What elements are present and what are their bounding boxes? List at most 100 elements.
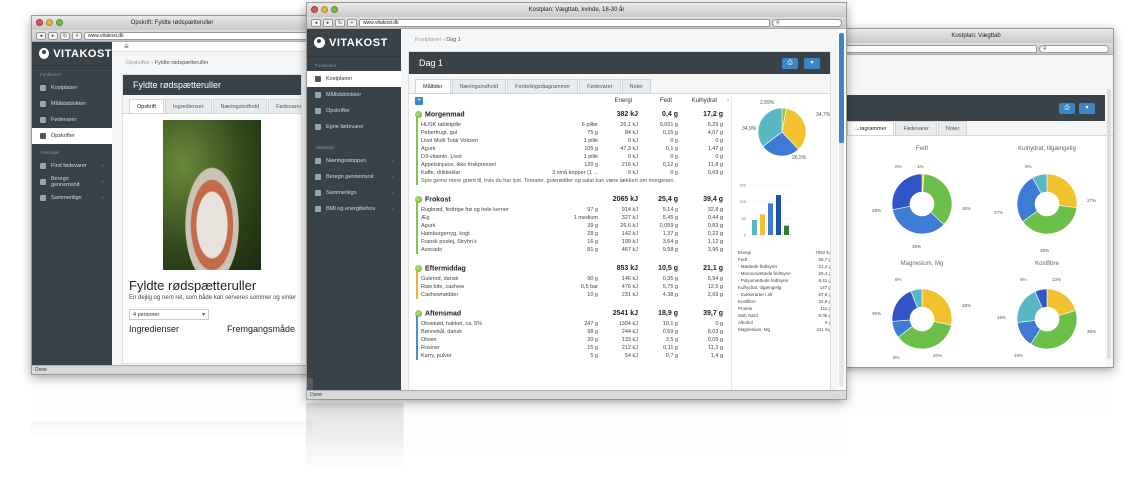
meal-header-row[interactable]: Aftensmad 2541 kJ 18,9 g 39,7 g xyxy=(415,307,723,320)
menu-icon[interactable]: ≡ xyxy=(124,42,129,51)
food-row[interactable]: Rugbrød, fedtrige frø og hele kerner 97 g… xyxy=(415,206,723,214)
reload-button[interactable]: ↻ xyxy=(335,18,345,27)
food-row[interactable]: Appelsinjuice, ikke friskpresset 120 g 216… xyxy=(415,161,723,169)
nutrient-row: - Monoumættede fedtsyrer 26,4 g xyxy=(738,271,830,278)
sidebar-item-beregn-gennemsnit[interactable]: Beregn gennemsnit › xyxy=(32,174,112,190)
sidebar-item-find-fødevarer[interactable]: Find fødevarer › xyxy=(32,158,112,174)
servings-select[interactable]: 4 personer ▾ xyxy=(129,309,209,320)
tab-noter[interactable]: Noter xyxy=(937,121,968,135)
tab-fødevarer[interactable]: Fødevarer xyxy=(579,79,621,93)
address-bar[interactable] xyxy=(843,44,1037,53)
forward-button[interactable]: ▸ xyxy=(48,31,58,40)
food-row[interactable]: Raw bite, cashew 0,5 bar 476 kJ 5,75 g 12,5 … xyxy=(415,283,723,291)
nutrient-value: 21,2 g xyxy=(818,264,831,269)
address-bar[interactable]: www.vitakost.dk xyxy=(84,31,308,40)
vitakost-logo[interactable]: VITAKOST xyxy=(32,42,112,66)
food-row[interactable]: HUSK tabletpille 6 piller 26,1 kJ 0,021 g 6,… xyxy=(415,121,723,129)
food-row[interactable]: Avocado 81 g 467 kJ 9,58 g 3,96 g xyxy=(415,246,723,254)
new-tab-button[interactable]: + xyxy=(72,31,82,40)
nutrient-name: Alkohol xyxy=(738,320,753,325)
scrollbar-thumb[interactable] xyxy=(839,33,844,143)
back-button[interactable]: ◂ xyxy=(36,31,46,40)
food-row[interactable]: Rosiner 15 g 212 kJ 0,11 g 11,3 g xyxy=(415,344,723,352)
sidebar-item-label: Egne fødevarer xyxy=(326,124,364,130)
food-row[interactable]: Æg 1 medium 327 kJ 5,45 g 0,44 g xyxy=(415,214,723,222)
food-row[interactable]: Kaffe, drikkeklar 3 små kopper (1 ... 9 kJ… xyxy=(415,169,723,177)
food-row[interactable]: Agurk 105 g 47,3 kJ 0,1 g 1,47 g xyxy=(415,145,723,153)
sidebar-item-næringsstoppen[interactable]: Næringsstoppen › xyxy=(307,153,401,169)
tab-opskrift[interactable]: Opskrift xyxy=(129,99,164,113)
recipe-title: Fyldte rødspætteruller xyxy=(129,278,257,293)
food-row[interactable]: Livol Multi Total Voksen 1 pille 0 kJ 0 g 0 … xyxy=(415,137,723,145)
food-row[interactable]: Karry, pulver 5 g 54 kJ 0,7 g 1,4 g xyxy=(415,352,723,360)
food-row[interactable]: Oksekød, hakket, ca. 5% 247 g 1304 kJ 10,1 … xyxy=(415,320,723,328)
food-carb: 8,03 g xyxy=(707,329,723,335)
sidebar-item-sammenlign[interactable]: Sammenlign › xyxy=(307,185,401,201)
address-bar[interactable]: www.vitakost.dk xyxy=(359,18,770,27)
sidebar-item-bmi-og-energibehov[interactable]: BMI og energibehov › xyxy=(307,201,401,217)
tab-ragrammer[interactable]: ...ragrammer xyxy=(847,121,895,135)
column-header: Fedt xyxy=(659,98,672,104)
y-tick-label: 0 xyxy=(744,233,747,238)
meal-name-cell: Eftermiddag xyxy=(415,262,598,275)
food-energy: 231 kJ xyxy=(621,292,638,298)
back-button[interactable]: ◂ xyxy=(311,18,321,27)
food-row[interactable]: Hamburgerryg, kogt 28 g 142 kJ 1,37 g 0,22 g xyxy=(415,230,723,238)
meal-header-row[interactable]: Eftermiddag 853 kJ 10,5 g 21,1 g xyxy=(415,262,723,275)
chevron-right-icon[interactable]: › xyxy=(717,98,729,104)
search-field[interactable]: ⚲ xyxy=(1039,44,1109,53)
meal-header-row[interactable]: Morgenmad 382 kJ 0,4 g 17,2 g xyxy=(415,108,723,121)
forward-button[interactable]: ▸ xyxy=(323,18,333,27)
scrollbar[interactable] xyxy=(839,33,844,387)
tab-næringsindhold[interactable]: Næringsindhold xyxy=(451,79,507,93)
scrollbar[interactable] xyxy=(1107,89,1111,359)
add-meal-button[interactable]: + xyxy=(415,97,423,105)
tab-fordelingsdiagrammer[interactable]: Fordelingsdiagrammer xyxy=(507,79,579,93)
dropdown-button[interactable]: ▾ xyxy=(1079,102,1095,114)
sidebar-item-kostplaner[interactable]: Kostplaner xyxy=(307,71,401,87)
sidebar-item-ma-ltidsblokker[interactable]: Måltidsblokker xyxy=(307,87,401,103)
tab-fødevarer[interactable]: Fødevarer xyxy=(268,99,301,113)
tab-ma-ltider[interactable]: Måltider xyxy=(415,79,451,93)
breadcrumb-item[interactable]: Opskrifter xyxy=(126,60,150,66)
breadcrumb-item[interactable]: Kostplaner xyxy=(415,37,441,43)
new-tab-button[interactable]: + xyxy=(347,18,357,27)
sidebar-item-ma-ltidsblokker[interactable]: Måltidsblokker xyxy=(32,96,112,112)
nutrient-row: Kulhydrat, tilgængelig 147 g xyxy=(738,285,830,292)
food-row[interactable]: Peberfrugt, gul 75 g 84 kJ 0,15 g 4,07 g xyxy=(415,129,723,137)
window-controls[interactable] xyxy=(311,6,338,13)
food-row[interactable]: Cashewnødder 10 g 231 kJ 4,38 g 2,69 g xyxy=(415,291,723,299)
reload-button[interactable]: ↻ xyxy=(60,31,70,40)
tab-næringsindhold[interactable]: Næringsindhold xyxy=(212,99,268,113)
tab-fødevarer[interactable]: Fødevarer xyxy=(895,121,937,135)
print-button[interactable]: ⎙ xyxy=(1059,102,1075,114)
tab-ingredienser[interactable]: Ingredienser xyxy=(164,99,212,113)
food-fat: 3,64 g xyxy=(662,239,678,245)
sidebar-item-opskrifter[interactable]: Opskrifter xyxy=(32,128,112,144)
charts-window: Kostplan: Vægttab ⚲ ⎙ ▾ ...ragrammer Føde… xyxy=(838,28,1114,368)
sidebar-item-kostplaner[interactable]: Kostplaner xyxy=(32,80,112,96)
food-fat: 4,38 g xyxy=(662,292,678,298)
search-field[interactable]: ⚲ xyxy=(772,18,842,27)
food-row[interactable]: Oliven 20 g 133 kJ 3,5 g 0,05 g xyxy=(415,336,723,344)
meal-carb: 17,2 g xyxy=(703,111,723,118)
sidebar-item-sammenlign[interactable]: Sammenlign › xyxy=(32,190,112,206)
meal-header-row[interactable]: Frokost 2065 kJ 25,4 g 39,4 g xyxy=(415,193,723,206)
tab-noter[interactable]: Noter xyxy=(621,79,651,93)
sidebar-item-beregn-gennemsnit[interactable]: Beregn gennemsnit › xyxy=(307,169,401,185)
sidebar-item-opskrifter[interactable]: Opskrifter xyxy=(307,103,401,119)
window-controls[interactable] xyxy=(36,19,63,26)
sidebar-item-fødevarer[interactable]: Fødevarer xyxy=(32,112,112,128)
dropdown-button[interactable]: ▾ xyxy=(804,57,820,69)
vitakost-logo[interactable]: VITAKOST xyxy=(307,29,401,57)
food-row[interactable]: Fransk postej, Stryhn's 16 g 199 kJ 3,64 g 1… xyxy=(415,238,723,246)
food-row[interactable]: D3-vitamin, Livol 1 pille 0 kJ 0 g 0 g xyxy=(415,153,723,161)
food-carb: 0 g xyxy=(715,138,723,144)
print-button[interactable]: ⎙ xyxy=(782,57,798,69)
food-row[interactable]: Gulerod, dansk 90 g 146 kJ 0,35 g 5,94 g xyxy=(415,275,723,283)
food-energy: 1304 kJ xyxy=(618,321,638,327)
food-row[interactable]: Bønnekål, dansk 98 g 244 kJ 0,69 g 8,03 g xyxy=(415,328,723,336)
meal-color-bar xyxy=(416,117,418,185)
food-row[interactable]: Agurk 39 g 26,6 kJ 0,059 g 0,83 g xyxy=(415,222,723,230)
sidebar-item-egne-fødevarer[interactable]: Egne fødevarer xyxy=(307,119,401,135)
